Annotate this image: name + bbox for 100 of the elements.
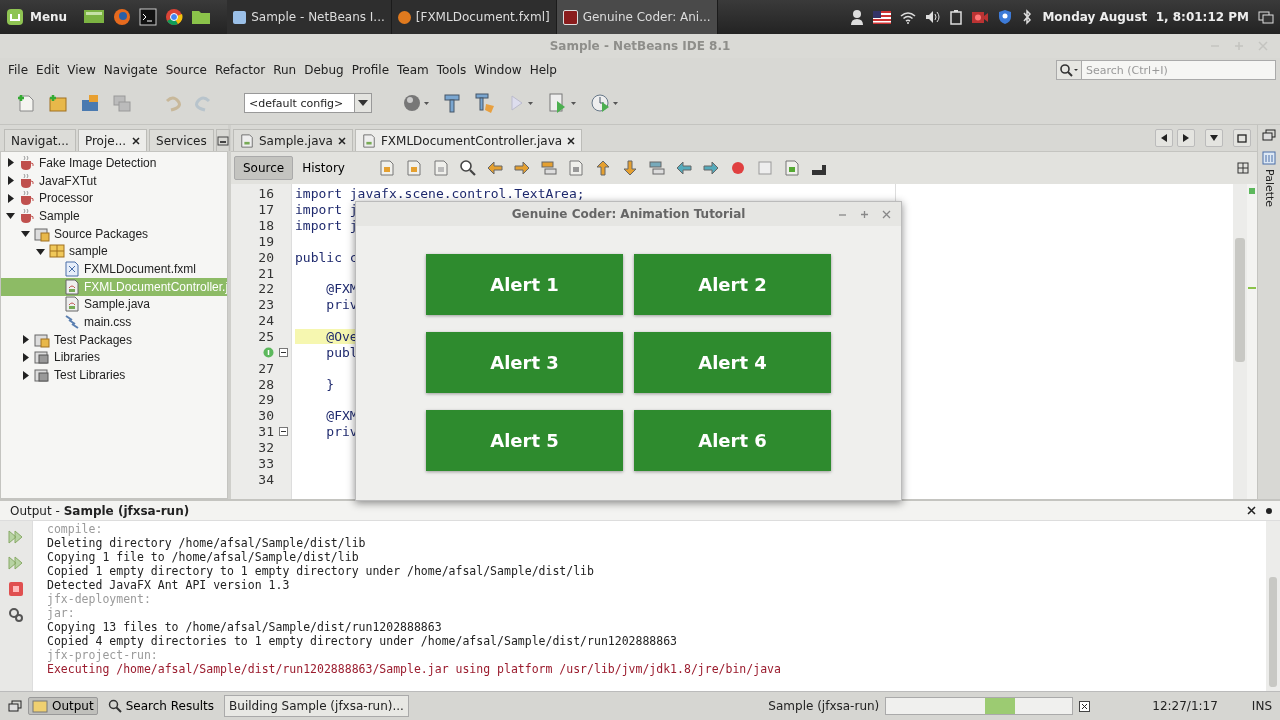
menu-item[interactable]: Window — [470, 63, 526, 77]
search-icon[interactable] — [1056, 60, 1082, 80]
minimize-icon[interactable] — [216, 135, 229, 146]
panel-tab[interactable]: Navigat... — [4, 129, 76, 151]
fold-icon[interactable] — [278, 427, 288, 437]
menu-item[interactable]: View — [63, 63, 100, 77]
tree-item[interactable]: Test Libraries — [1, 366, 227, 384]
menu-item[interactable]: Help — [525, 63, 561, 77]
alert-button[interactable]: Alert 6 — [634, 410, 831, 471]
tree-item[interactable]: Sample.java — [1, 295, 227, 314]
menu-item[interactable]: Profile — [347, 63, 393, 77]
close-icon[interactable] — [567, 136, 576, 145]
tree-item[interactable]: Source Packages — [1, 224, 227, 243]
editor-tab[interactable]: Sample.java — [233, 129, 353, 151]
speaker-icon[interactable] — [925, 10, 942, 24]
maximize-button[interactable] — [1233, 129, 1251, 147]
restore-icon[interactable] — [1262, 129, 1276, 141]
folder-icon[interactable] — [80, 93, 100, 113]
menu-button[interactable]: Menu — [6, 8, 76, 26]
globe-icon[interactable] — [402, 93, 430, 113]
arrow-right-icon[interactable] — [512, 159, 531, 177]
chrome-icon[interactable] — [165, 8, 184, 26]
check-document-icon[interactable] — [782, 159, 801, 177]
override-marker-icon[interactable] — [263, 346, 274, 358]
triangle-icon[interactable] — [20, 335, 30, 345]
triangle-icon[interactable] — [35, 246, 45, 256]
clock[interactable]: Monday August 1, 8:01:12 PM — [1042, 10, 1249, 24]
scrollbar-thumb[interactable] — [1269, 577, 1277, 687]
tree-item[interactable]: Fake Image Detection — [1, 154, 227, 172]
search-icon[interactable] — [458, 159, 477, 177]
menu-item[interactable]: File — [4, 63, 33, 77]
triangle-icon[interactable] — [20, 229, 30, 239]
tree-item[interactable]: FXMLDocument.fxml — [1, 260, 227, 278]
clock-play-icon[interactable] — [590, 92, 620, 114]
alert-button[interactable]: Alert 4 — [634, 332, 831, 393]
maximize-icon[interactable] — [860, 210, 869, 219]
output-tab[interactable]: Search Results — [103, 697, 219, 715]
alert-button[interactable]: Alert 2 — [634, 254, 831, 315]
triangle-icon[interactable] — [20, 352, 30, 362]
tree-item[interactable]: main.css — [1, 313, 227, 331]
stacked-boxes-icon[interactable] — [539, 159, 558, 177]
close-icon[interactable] — [132, 136, 141, 145]
task-label[interactable]: Building Sample (jfxsa-run)... — [224, 695, 409, 717]
output-tab[interactable]: Output — [28, 697, 98, 715]
menu-item[interactable]: Source — [161, 63, 211, 77]
editor-tab[interactable]: FXMLDocumentController.java — [354, 129, 583, 151]
menu-item[interactable]: Tools — [432, 63, 471, 77]
scroll-right-button[interactable] — [1177, 129, 1195, 147]
new-file-icon[interactable] — [16, 93, 36, 113]
menu-item[interactable]: Refactor — [210, 63, 270, 77]
settings-icon[interactable] — [8, 607, 24, 623]
shield-icon[interactable] — [998, 9, 1013, 25]
triangle-icon[interactable] — [5, 158, 15, 168]
windows-icon[interactable] — [1258, 10, 1274, 24]
view-toggle-button[interactable]: History — [293, 156, 354, 180]
flag-icon[interactable] — [873, 10, 892, 24]
close-icon[interactable] — [1247, 506, 1256, 515]
arrow-left-icon[interactable] — [485, 159, 504, 177]
taskbar-window-button[interactable]: Genuine Coder: Ani... — [556, 0, 718, 34]
bluetooth-icon[interactable] — [1021, 9, 1034, 25]
dot-icon[interactable] — [1266, 507, 1272, 514]
hammer-broom-icon[interactable] — [474, 92, 496, 114]
menu-item[interactable]: Debug — [300, 63, 348, 77]
tree-item[interactable]: sample — [1, 242, 227, 261]
dropdown-button[interactable] — [1205, 129, 1223, 147]
battery-icon[interactable] — [950, 9, 963, 25]
hammer-icon[interactable] — [442, 93, 462, 113]
arrow-left-icon[interactable] — [674, 159, 693, 177]
terminal-icon[interactable] — [139, 8, 158, 26]
close-icon[interactable] — [337, 136, 346, 145]
menu-item[interactable]: Team — [393, 63, 433, 77]
split-icon[interactable] — [1237, 162, 1249, 174]
search-field[interactable]: Search (Ctrl+I) — [1082, 60, 1276, 80]
tree-item[interactable]: Test Packages — [1, 330, 227, 349]
view-toggle-button[interactable]: Source — [234, 156, 294, 180]
tree-item[interactable]: JavaFXTut — [1, 171, 227, 190]
scroll-left-button[interactable] — [1155, 129, 1173, 147]
restore-icon[interactable] — [8, 700, 22, 712]
arrow-right-icon[interactable] — [701, 159, 720, 177]
tree-item[interactable]: Processor — [1, 189, 227, 208]
triangle-icon[interactable] — [5, 193, 15, 203]
alert-button[interactable]: Alert 3 — [426, 332, 623, 393]
monitor-icon[interactable] — [83, 8, 106, 26]
shapes-icon[interactable] — [647, 159, 666, 177]
camera-icon[interactable] — [971, 10, 990, 24]
folder-icon[interactable] — [191, 8, 212, 26]
triangle-icon[interactable] — [5, 176, 15, 186]
panel-tab[interactable]: Services — [149, 129, 214, 151]
stop-icon[interactable] — [8, 581, 24, 597]
wifi-icon[interactable] — [900, 10, 917, 24]
panel-tab[interactable]: Proje... — [77, 129, 148, 151]
tree-item[interactable]: Sample — [1, 207, 227, 225]
menu-item[interactable]: Run — [269, 63, 301, 77]
menu-item[interactable]: Edit — [32, 63, 64, 77]
config-dropdown[interactable]: <default config> — [244, 93, 372, 113]
menu-item[interactable]: Navigate — [99, 63, 162, 77]
firefox-icon[interactable] — [113, 8, 132, 26]
tree-item[interactable]: Libraries — [1, 348, 227, 367]
alert-button[interactable]: Alert 1 — [426, 254, 623, 315]
person-icon[interactable] — [850, 9, 865, 25]
